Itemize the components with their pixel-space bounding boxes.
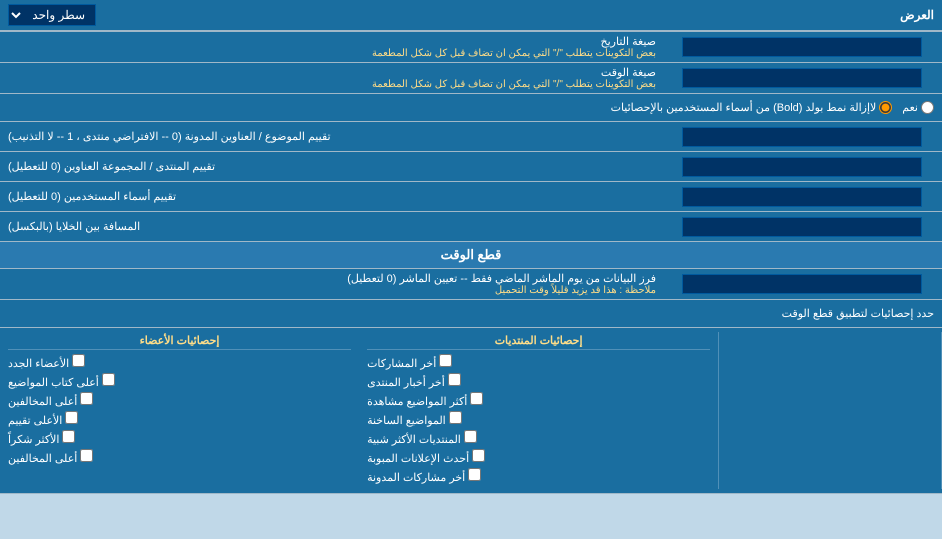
checkbox-top-inviters-label[interactable]: أعلى المخالفين	[8, 392, 93, 408]
topics-order-input-cell: 33	[662, 122, 942, 151]
time-format-main-label: صيغة الوقت	[6, 66, 656, 79]
bold-no-radio[interactable]	[879, 101, 892, 114]
checkbox-last-posts-label[interactable]: أخر المشاركات	[367, 354, 452, 370]
stats-forums-header: إحصائيات المنتديات	[367, 334, 710, 350]
checkbox-top-writers: أعلى كتاب المواضيع	[8, 373, 351, 389]
stats-checkboxes-container: إحصائيات المنتديات أخر المشاركات أخر أخب…	[0, 328, 942, 494]
bold-no-label[interactable]: لا	[870, 101, 892, 114]
distance-input[interactable]: 2	[682, 217, 922, 237]
forum-order-input[interactable]: 33	[682, 157, 922, 177]
checkbox-most-thanked-label[interactable]: الأكثر شكراً	[8, 430, 75, 446]
checkbox-most-similar-label[interactable]: المنتديات الأكثر شبية	[367, 430, 477, 446]
checkbox-top-violators: أعلى المخالفين	[8, 449, 351, 465]
checkbox-top-violators-input[interactable]	[80, 449, 93, 462]
date-format-input-cell: d-m	[662, 32, 942, 62]
checkbox-blog-posts-input[interactable]	[468, 468, 481, 481]
checkbox-most-thanked-input[interactable]	[62, 430, 75, 443]
users-order-row: 0 تقييم أسماء المستخدمين (0 للتعطيل)	[0, 182, 942, 212]
checkbox-most-thanked: الأكثر شكراً	[8, 430, 351, 446]
forum-order-label: تقييم المنتدى / المجموعة العناوين (0 للت…	[0, 152, 662, 181]
stats-col-members: إحصائيات الأعضاء الأعضاء الجدد أعلى كتاب…	[0, 332, 359, 489]
stats-col-forums: إحصائيات المنتديات أخر المشاركات أخر أخب…	[359, 332, 719, 489]
users-order-input[interactable]: 0	[682, 187, 922, 207]
checkbox-top-violators-label[interactable]: أعلى المخالفين	[8, 449, 93, 465]
date-format-sub-label: بعض التكوينات يتطلب "/" التي يمكن ان تضا…	[6, 48, 656, 59]
bold-radio-group: نعم لا	[870, 101, 934, 114]
checkbox-blog-posts-label[interactable]: أخر مشاركات المدونة	[367, 468, 481, 484]
time-format-input[interactable]: H:i	[682, 68, 922, 88]
checkbox-hot-topics-input[interactable]	[449, 411, 462, 424]
date-format-main-label: صيغة التاريخ	[6, 35, 656, 48]
users-order-label: تقييم أسماء المستخدمين (0 للتعطيل)	[0, 182, 662, 211]
distance-label: المسافة بين الخلايا (بالبكسل)	[0, 212, 662, 241]
checkbox-most-similar-input[interactable]	[464, 430, 477, 443]
topics-order-label: تقييم الموضوع / العناوين المدونة (0 -- ا…	[0, 122, 662, 151]
checkbox-top-rated-input[interactable]	[65, 411, 78, 424]
header-row: العرض سطر واحد سطرين ثلاثة أسطر	[0, 0, 942, 32]
checkbox-last-posts-input[interactable]	[439, 354, 452, 367]
stats-limit-row: حدد إحصائيات لتطبيق قطع الوقت	[0, 300, 942, 328]
checkbox-forum-news-label[interactable]: أخر أخبار المنتدى	[367, 373, 461, 389]
stats-limit-label: حدد إحصائيات لتطبيق قطع الوقت	[8, 307, 934, 320]
cutoff-input[interactable]: 0	[682, 274, 922, 294]
checkbox-latest-classifieds-input[interactable]	[472, 449, 485, 462]
checkbox-forum-news: أخر أخبار المنتدى	[367, 373, 710, 389]
main-container: العرض سطر واحد سطرين ثلاثة أسطر d-m صيغة…	[0, 0, 942, 494]
bold-yes-radio[interactable]	[921, 101, 934, 114]
bold-remove-row: نعم لا إزالة نمط بولد (Bold) من أسماء ال…	[0, 94, 942, 122]
topics-order-row: 33 تقييم الموضوع / العناوين المدونة (0 -…	[0, 122, 942, 152]
checkbox-hot-topics-label[interactable]: المواضيع الساخنة	[367, 411, 462, 427]
forum-order-row: 33 تقييم المنتدى / المجموعة العناوين (0 …	[0, 152, 942, 182]
checkbox-top-writers-label[interactable]: أعلى كتاب المواضيع	[8, 373, 115, 389]
stats-members-header: إحصائيات الأعضاء	[8, 334, 351, 350]
distance-row: 2 المسافة بين الخلايا (بالبكسل)	[0, 212, 942, 242]
checkbox-forum-news-input[interactable]	[448, 373, 461, 386]
cutoff-section-header: قطع الوقت	[0, 242, 942, 269]
checkbox-last-posts: أخر المشاركات	[367, 354, 710, 370]
checkbox-top-rated: الأعلى تقييم	[8, 411, 351, 427]
checkbox-top-inviters-input[interactable]	[80, 392, 93, 405]
date-format-label-cell: صيغة التاريخ بعض التكوينات يتطلب "/" الت…	[0, 32, 662, 62]
display-mode-select[interactable]: سطر واحد سطرين ثلاثة أسطر	[8, 4, 96, 26]
display-mode-container: سطر واحد سطرين ثلاثة أسطر	[8, 4, 96, 26]
checkbox-new-members: الأعضاء الجدد	[8, 354, 351, 370]
checkbox-most-viewed-input[interactable]	[470, 392, 483, 405]
time-format-sub-label: بعض التكوينات يتطلب "/" التي يمكن ان تضا…	[6, 79, 656, 90]
forum-order-input-cell: 33	[662, 152, 942, 181]
stats-col-empty	[719, 332, 942, 489]
cutoff-sub-label: ملاحظة : هذا قد يزيد قليلاً وقت التحميل	[6, 285, 656, 296]
checkbox-new-members-input[interactable]	[72, 354, 85, 367]
checkbox-blog-posts: أخر مشاركات المدونة	[367, 468, 710, 484]
users-order-input-cell: 0	[662, 182, 942, 211]
date-format-input[interactable]: d-m	[682, 37, 922, 57]
distance-input-cell: 2	[662, 212, 942, 241]
cutoff-label-cell: فرز البيانات من يوم الماشر الماضي فقط --…	[0, 269, 662, 299]
cutoff-row: 0 فرز البيانات من يوم الماشر الماضي فقط …	[0, 269, 942, 300]
cutoff-main-label: فرز البيانات من يوم الماشر الماضي فقط --…	[6, 272, 656, 285]
bold-remove-label: إزالة نمط بولد (Bold) من أسماء المستخدمي…	[8, 101, 870, 114]
checkbox-top-writers-input[interactable]	[102, 373, 115, 386]
bold-yes-label[interactable]: نعم	[902, 101, 934, 114]
checkbox-most-viewed: أكثر المواضيع مشاهدة	[367, 392, 710, 408]
time-format-input-cell: H:i	[662, 63, 942, 93]
checkbox-top-rated-label[interactable]: الأعلى تقييم	[8, 411, 78, 427]
checkbox-top-inviters: أعلى المخالفين	[8, 392, 351, 408]
time-format-row: H:i صيغة الوقت بعض التكوينات يتطلب "/" ا…	[0, 63, 942, 94]
checkbox-most-similar: المنتديات الأكثر شبية	[367, 430, 710, 446]
checkbox-latest-classifieds-label[interactable]: أحدث الإعلانات المبوبة	[367, 449, 485, 465]
checkbox-hot-topics: المواضيع الساخنة	[367, 411, 710, 427]
date-format-row: d-m صيغة التاريخ بعض التكوينات يتطلب "/"…	[0, 32, 942, 63]
checkbox-latest-classifieds: أحدث الإعلانات المبوبة	[367, 449, 710, 465]
cutoff-input-cell: 0	[662, 269, 942, 299]
time-format-label-cell: صيغة الوقت بعض التكوينات يتطلب "/" التي …	[0, 63, 662, 93]
checkbox-most-viewed-label[interactable]: أكثر المواضيع مشاهدة	[367, 392, 483, 408]
topics-order-input[interactable]: 33	[682, 127, 922, 147]
header-title: العرض	[900, 8, 934, 22]
checkbox-new-members-label[interactable]: الأعضاء الجدد	[8, 354, 85, 370]
